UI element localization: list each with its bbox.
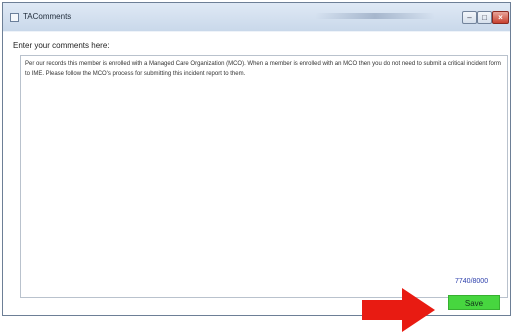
dialog-content: Enter your comments here: Per our record… [3, 32, 510, 332]
red-arrow-icon [362, 288, 435, 332]
comments-textarea[interactable]: Per our records this member is enrolled … [20, 55, 508, 298]
comments-prompt-label: Enter your comments here: [13, 41, 110, 50]
maximize-button[interactable]: □ [477, 11, 492, 24]
close-button[interactable]: × [492, 11, 509, 24]
comment-text[interactable]: Per our records this member is enrolled … [25, 59, 503, 79]
blurred-title-region [315, 13, 435, 19]
character-counter: 7740/8000 [455, 278, 489, 285]
app-window-icon [10, 13, 19, 22]
save-button[interactable]: Save [448, 295, 500, 310]
minimize-button[interactable]: – [462, 11, 477, 24]
tacomments-window: TAComments – □ × Enter your comments her… [2, 2, 511, 332]
title-bar: TAComments – □ × [3, 3, 510, 31]
window-title: TAComments [23, 12, 72, 21]
